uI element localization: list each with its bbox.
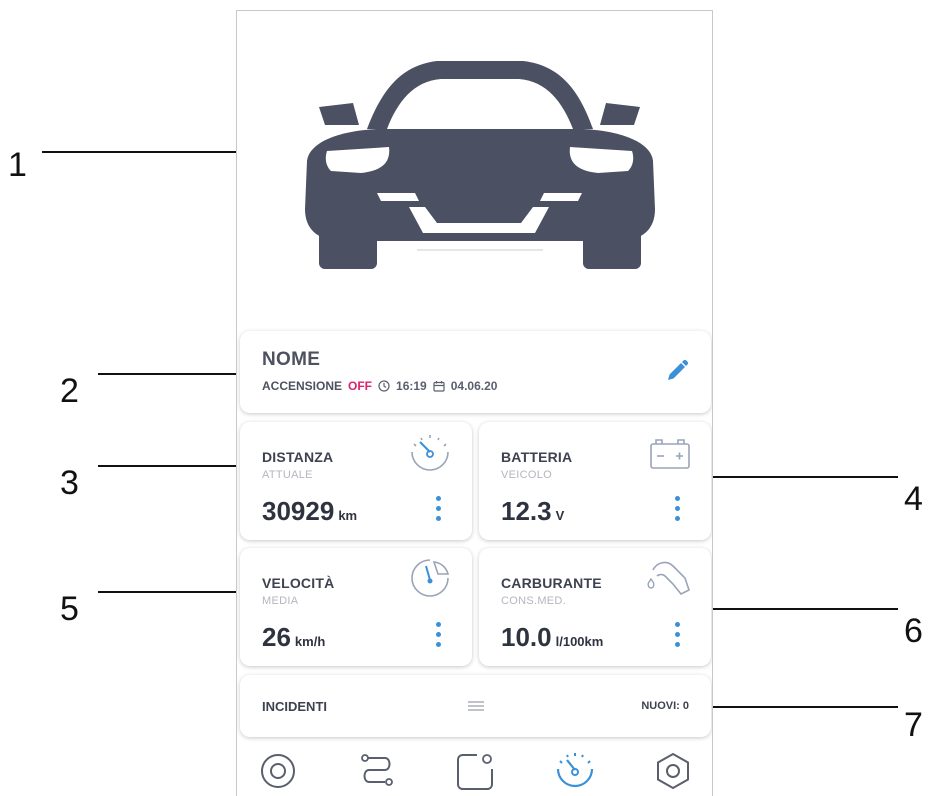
fuel-nozzle-icon <box>647 561 690 596</box>
callout-number: 6 <box>904 612 923 650</box>
callout-number: 4 <box>904 480 923 518</box>
battery-subtitle: VEICOLO <box>501 469 553 481</box>
fuel-subtitle: CONS.MED. <box>501 595 567 607</box>
speed-gauge-icon <box>411 559 450 597</box>
menu-lines-icon <box>468 701 484 711</box>
distance-value: 30929 <box>262 496 335 526</box>
odometer-icon <box>411 435 449 471</box>
battery-unit: V <box>555 508 565 523</box>
fuel-unit: l/100km <box>555 634 604 649</box>
vehicle-status-line: ACCENSIONE OFF 16:19 04.06.20 <box>262 379 497 393</box>
last-time: 16:19 <box>396 379 427 393</box>
speed-subtitle: MEDIA <box>262 595 299 607</box>
last-date: 04.06.20 <box>450 379 498 393</box>
fuel-title: CARBURANTE <box>501 575 602 591</box>
callout-number: 5 <box>60 590 79 628</box>
callout-line <box>702 608 898 610</box>
incidents-new-count: NUOVI: 0 <box>641 700 689 712</box>
callout-number: 1 <box>8 146 27 184</box>
battery-icon <box>650 439 690 469</box>
callout-line <box>98 591 255 593</box>
vehicle-name-card: NOME ACCENSIONE OFF 16:19 04.06.20 <box>240 331 711 413</box>
callout-number: 2 <box>60 372 79 410</box>
fuel-value: 10.0 <box>501 622 552 652</box>
speed-unit: km/h <box>294 634 326 649</box>
fuel-tile[interactable]: CARBURANTE CONS.MED. 10.0 l/100km <box>479 548 711 666</box>
bottom-nav <box>237 743 712 796</box>
speed-tile[interactable]: VELOCITÀ MEDIA 26 km/h <box>240 548 472 666</box>
battery-title: BATTERIA <box>501 449 573 465</box>
fuel-value-row: 10.0 l/100km <box>501 622 603 653</box>
distance-value-row: 30929 km <box>262 496 357 527</box>
phone-screen: NOME ACCENSIONE OFF 16:19 04.06.20 DISTA… <box>236 10 713 796</box>
callout-number: 7 <box>904 706 923 744</box>
battery-more-button[interactable] <box>673 496 681 530</box>
car-icon <box>305 61 655 269</box>
battery-value-row: 12.3 V <box>501 496 564 527</box>
edit-pencil-icon[interactable] <box>665 359 689 383</box>
ignition-state: OFF <box>348 379 373 393</box>
device-icon[interactable] <box>453 751 497 791</box>
speed-more-button[interactable] <box>434 622 442 656</box>
speed-value-row: 26 km/h <box>262 622 325 653</box>
ignition-label: ACCENSIONE <box>262 379 343 393</box>
battery-value: 12.3 <box>501 496 552 526</box>
distance-unit: km <box>338 508 358 523</box>
target-icon[interactable] <box>256 751 300 791</box>
vehicle-name: NOME <box>262 349 321 370</box>
speed-title: VELOCITÀ <box>262 575 335 591</box>
clock-icon <box>378 380 390 392</box>
calendar-icon <box>433 381 445 392</box>
route-icon[interactable] <box>355 751 399 791</box>
distance-more-button[interactable] <box>434 496 442 530</box>
incidents-card[interactable]: INCIDENTI NUOVI: 0 <box>240 675 711 737</box>
callout-line <box>702 476 898 478</box>
settings-icon[interactable] <box>651 751 695 791</box>
distance-title: DISTANZA <box>262 449 334 465</box>
distance-subtitle: ATTUALE <box>262 469 313 481</box>
callout-line <box>702 706 898 708</box>
callout-line <box>98 465 255 467</box>
distance-tile[interactable]: DISTANZA ATTUALE 30929 km <box>240 422 472 540</box>
speed-value: 26 <box>262 622 291 652</box>
speedometer-icon[interactable] <box>553 751 597 791</box>
callout-line <box>98 373 255 375</box>
callout-number: 3 <box>60 464 79 502</box>
incidents-title: INCIDENTI <box>262 699 327 714</box>
fuel-more-button[interactable] <box>673 622 681 656</box>
battery-tile[interactable]: BATTERIA VEICOLO 12.3 V <box>479 422 711 540</box>
